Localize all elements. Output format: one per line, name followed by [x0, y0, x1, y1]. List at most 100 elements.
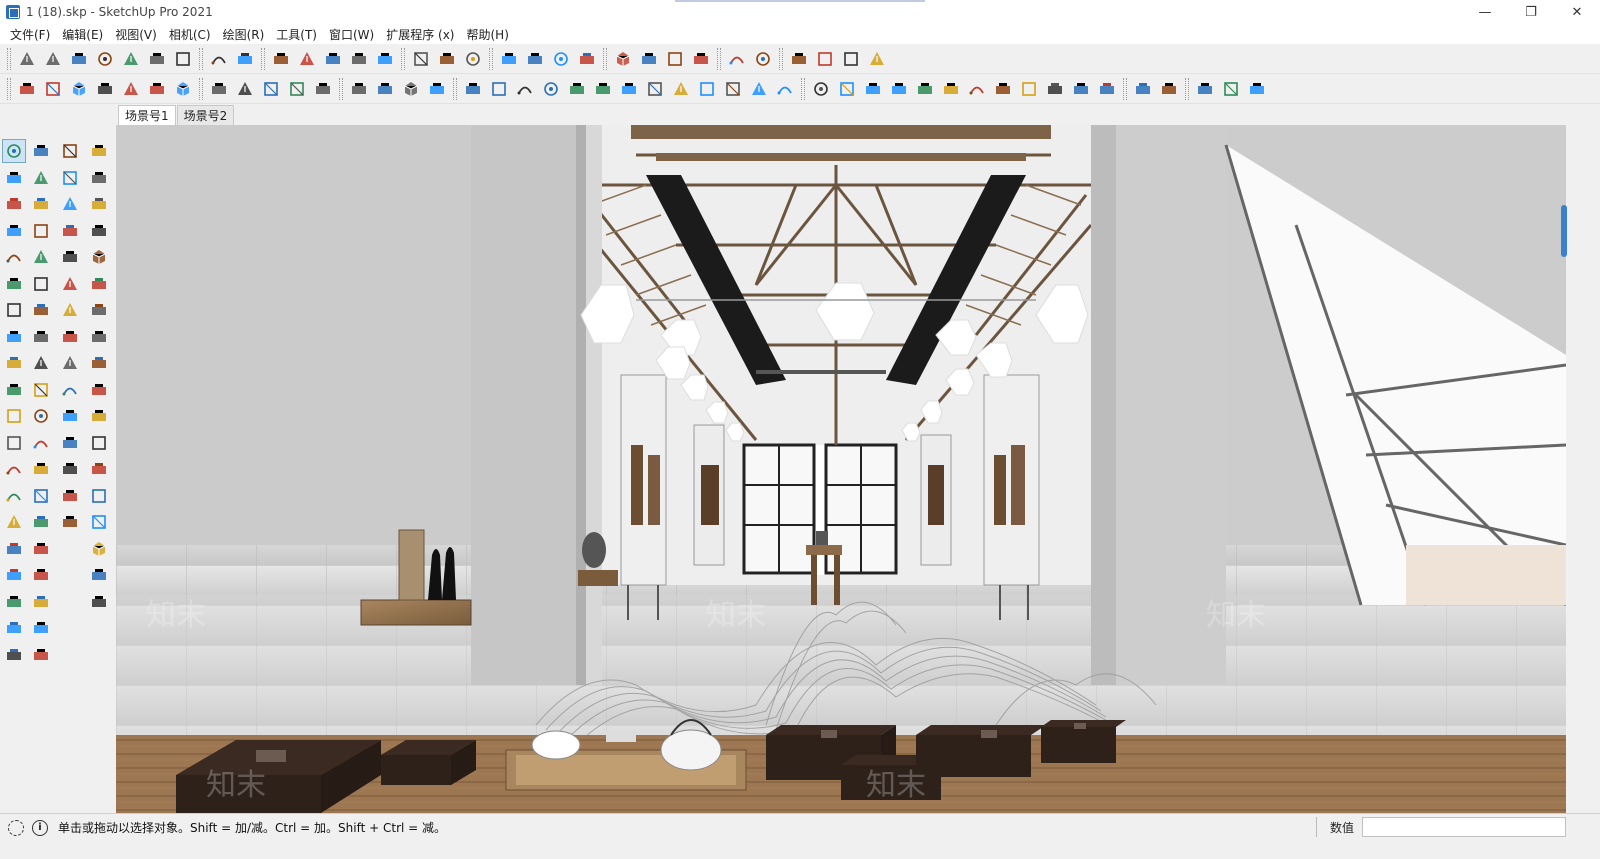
rotate-tool[interactable] [2, 351, 26, 375]
bezier-button[interactable] [539, 77, 563, 101]
scene-tab[interactable]: 场景号2 [176, 105, 235, 125]
toolbar-grip[interactable] [261, 47, 265, 70]
component-tool[interactable] [29, 139, 53, 163]
window-button[interactable] [787, 47, 811, 71]
polygon-tool[interactable] [29, 245, 53, 269]
scene-tab[interactable]: 场景号1 [118, 105, 176, 125]
layers-button[interactable] [145, 47, 169, 71]
cloud-sync-tool[interactable] [87, 192, 111, 216]
left-view-button[interactable] [145, 77, 169, 101]
layout-button[interactable] [347, 47, 371, 71]
iso-view-button[interactable] [15, 77, 39, 101]
push-pull-tool[interactable] [29, 325, 53, 349]
sun-tool[interactable] [58, 457, 82, 481]
cloud-link-tool[interactable] [87, 166, 111, 190]
dimension-tool[interactable] [29, 404, 53, 428]
settings-tool[interactable] [87, 537, 111, 561]
vertical-scrollbar[interactable] [1566, 125, 1600, 813]
menu-item[interactable]: 视图(V) [109, 26, 163, 43]
mail-tool[interactable] [87, 563, 111, 587]
zoom-window-tool[interactable] [29, 510, 53, 534]
grid-dots-button[interactable] [1017, 77, 1041, 101]
house-button[interactable] [207, 77, 231, 101]
book-button[interactable] [747, 77, 771, 101]
monochrome-button[interactable] [575, 47, 599, 71]
ramp-button[interactable] [399, 77, 423, 101]
freehand-tool[interactable] [29, 192, 53, 216]
paint-faces-tool[interactable] [58, 192, 82, 216]
loop-button[interactable] [591, 77, 615, 101]
three-point-arc-tool[interactable] [29, 298, 53, 322]
stairs-button[interactable] [347, 77, 371, 101]
two-point-arc-tool[interactable] [29, 272, 53, 296]
move-axis-button[interactable] [461, 77, 485, 101]
cycle-tool[interactable] [87, 351, 111, 375]
menu-item[interactable]: 窗口(W) [323, 26, 380, 43]
toolbar-grip[interactable] [603, 47, 607, 70]
pie-tool[interactable] [2, 298, 26, 322]
menu-item[interactable]: 绘图(R) [217, 26, 271, 43]
arrow-path-button[interactable] [773, 77, 797, 101]
fan-tool[interactable] [87, 457, 111, 481]
toolbar-grip[interactable] [199, 47, 203, 70]
walk-tool[interactable] [2, 563, 26, 587]
menu-item[interactable]: 文件(F) [4, 26, 56, 43]
align-button[interactable] [487, 77, 511, 101]
top-view-button[interactable] [41, 77, 65, 101]
toolbar-grip[interactable] [7, 47, 11, 70]
toolbar-grip[interactable] [7, 77, 11, 100]
position-camera-tool[interactable] [29, 590, 53, 614]
select-tool[interactable] [2, 139, 26, 163]
door-button[interactable] [233, 77, 257, 101]
textured-button[interactable] [549, 47, 573, 71]
hidden-line-button[interactable] [497, 47, 521, 71]
menu-item[interactable]: 帮助(H) [460, 26, 514, 43]
getting-started-button[interactable] [15, 47, 39, 71]
info-icon[interactable]: i [32, 819, 48, 836]
menu-item[interactable]: 编辑(E) [56, 26, 109, 43]
frame-2-button[interactable] [1219, 77, 1243, 101]
toolbar-grip[interactable] [1185, 77, 1189, 100]
teapot-button[interactable] [611, 47, 635, 71]
toolbar-grip[interactable] [453, 77, 457, 100]
checker-tool[interactable] [87, 484, 111, 508]
bottom-view-button[interactable] [171, 77, 195, 101]
restore-button[interactable]: ❐ [1508, 0, 1554, 24]
text-button[interactable] [725, 47, 749, 71]
upload-cloud-tool[interactable] [87, 510, 111, 534]
back-view-button[interactable] [119, 77, 143, 101]
xray-button[interactable] [409, 47, 433, 71]
triangle-button[interactable] [991, 77, 1015, 101]
sections-button[interactable] [171, 47, 195, 71]
axes-tool[interactable] [2, 457, 26, 481]
pyramid-tool[interactable] [87, 325, 111, 349]
model-3-button[interactable] [1245, 77, 1269, 101]
slab-button[interactable] [643, 77, 667, 101]
paint-bucket-tool[interactable] [2, 166, 26, 190]
box-tool[interactable] [58, 219, 82, 243]
toolbar-grip[interactable] [779, 47, 783, 70]
close-button[interactable]: ✕ [1554, 0, 1600, 24]
right-view-button[interactable] [93, 77, 117, 101]
frame-button[interactable] [1193, 77, 1217, 101]
group-button[interactable] [233, 47, 257, 71]
warehouse-button[interactable] [295, 47, 319, 71]
toolbar-grip[interactable] [717, 47, 721, 70]
menu-item[interactable]: 相机(C) [163, 26, 217, 43]
toolbar-grip[interactable] [199, 77, 203, 100]
rotate-orbit-button[interactable] [663, 47, 687, 71]
spiral-button[interactable] [617, 77, 641, 101]
lock-button[interactable] [865, 47, 889, 71]
model-1-button[interactable] [1131, 77, 1155, 101]
camera-tool[interactable] [58, 325, 82, 349]
footprints-tool[interactable] [2, 590, 26, 614]
pencil-tool[interactable] [2, 192, 26, 216]
toolbar-grip[interactable] [339, 77, 343, 100]
shadow-tool[interactable] [58, 510, 82, 534]
sandbox-tool[interactable] [2, 616, 26, 640]
hand-button[interactable] [637, 47, 661, 71]
dots-circle-tool[interactable] [87, 272, 111, 296]
window-3-button[interactable] [839, 47, 863, 71]
outer-shell-tool[interactable] [58, 139, 82, 163]
scale-tool[interactable] [2, 378, 26, 402]
